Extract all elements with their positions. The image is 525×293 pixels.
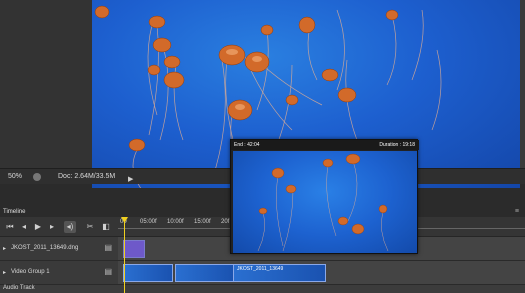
expand-arrow-icon[interactable]: ▸ [3,269,6,276]
jellyfish [260,24,274,36]
track-lane[interactable]: JKOST_2011_13649 [118,261,525,285]
canvas-pasteboard [0,0,92,168]
ruler-tick: 20f [221,219,230,225]
ruler-tick: 05:00f [140,219,157,225]
audio-toggle-icon[interactable]: ◂) [64,221,76,233]
jellyfish [128,138,146,152]
film-strip-icon[interactable]: ▤ [104,243,112,252]
track-header[interactable]: ▸ JKOST_2011_13649.dng ▤ [0,237,118,261]
video-clip[interactable] [123,264,173,282]
document-size: Doc: 2.64M/33.5M [58,173,116,180]
clip-label: JKOST_2011_13649 [237,266,284,272]
status-icon [33,173,41,181]
jellyfish [321,68,339,82]
jellyfish [298,16,316,34]
trim-preview-popup: End : 42:04 Duration : 19:18 [230,139,419,254]
next-frame-icon[interactable]: ▸ [46,221,58,233]
playhead[interactable] [124,217,125,293]
jellyfish [337,87,357,103]
image-clip[interactable] [123,240,145,258]
status-menu-arrow-icon[interactable]: ▶ [128,172,133,188]
video-clip[interactable] [175,264,235,282]
transition-icon[interactable]: ◧ [100,221,112,233]
split-at-playhead-icon[interactable]: ✂ [84,221,96,233]
timeline-title: Timeline [3,209,26,215]
preview-info-bar: End : 42:04 Duration : 19:18 [231,140,419,150]
ruler-tick: 10:00f [167,219,184,225]
audio-track-label: Audio Track [3,285,35,291]
jellyfish [385,9,399,21]
track-header[interactable]: ▸ Video Group 1 ▤ [0,261,118,285]
jellyfish [94,5,110,19]
go-to-first-frame-icon[interactable]: ⏮ [4,221,16,233]
track-name: JKOST_2011_13649.dng [11,245,79,251]
jellyfish [148,15,166,29]
panel-menu-icon[interactable]: ≡ [515,207,519,217]
film-strip-icon[interactable]: ▤ [104,267,112,276]
ruler-tick: 15:00f [194,219,211,225]
end-time: End : 42:04 [234,142,260,148]
track-name: Video Group 1 [11,269,50,275]
video-clip-selected[interactable]: JKOST_2011_13649 [233,264,326,282]
previous-frame-icon[interactable]: ◂ [18,221,30,233]
expand-arrow-icon[interactable]: ▸ [3,245,6,252]
jellyfish [163,55,181,69]
jellyfish [152,37,172,53]
zoom-level[interactable]: 50% [8,169,22,185]
jellyfish [147,64,161,76]
preview-jellyfish-photo [257,153,389,252]
jellyfish [163,71,185,89]
preview-frame [233,151,417,253]
play-icon[interactable]: ▶ [32,221,44,233]
audio-track-header[interactable]: Audio Track [0,285,118,293]
duration: Duration : 19:18 [379,142,415,148]
jellyfish [285,94,299,106]
